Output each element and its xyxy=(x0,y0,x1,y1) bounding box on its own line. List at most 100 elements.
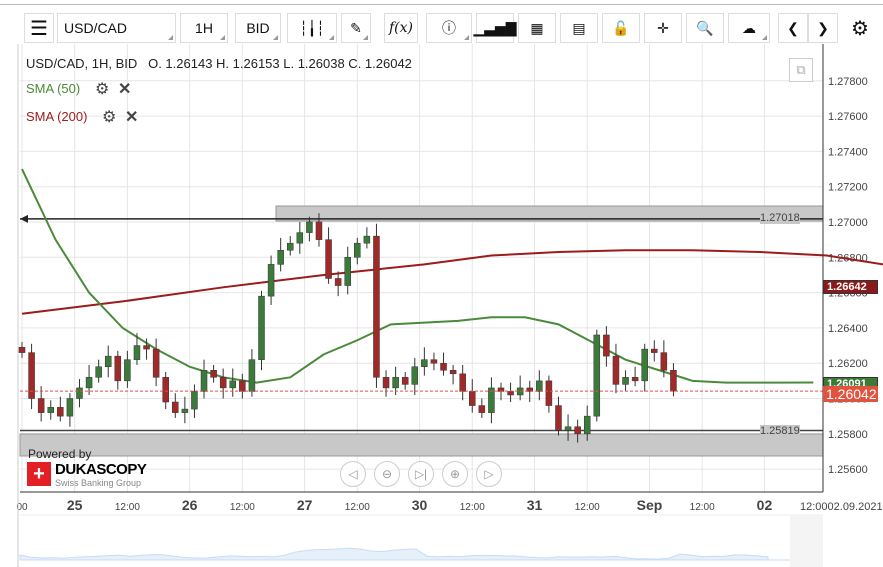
x-tick-label: 27 xyxy=(297,497,313,513)
candle-body xyxy=(267,264,275,297)
candle-body xyxy=(545,380,553,406)
candle-body xyxy=(411,366,419,385)
candle-body xyxy=(57,407,64,417)
x-tick-label: 12:00 xyxy=(230,502,255,513)
zoom-out-button[interactable]: ⊖ xyxy=(374,461,400,487)
candle-body xyxy=(555,405,562,431)
candle-body xyxy=(18,347,26,353)
candle-body xyxy=(162,377,169,403)
candle-body xyxy=(315,221,323,240)
navigator-area xyxy=(19,547,790,561)
y-tick-label: 1.27600 xyxy=(828,111,868,123)
lower-level-label: 1.25819 xyxy=(760,425,800,437)
detach-chart-icon[interactable]: ⧉ xyxy=(789,58,813,82)
candle-body xyxy=(210,370,217,378)
candle-body xyxy=(459,373,466,392)
candle-body xyxy=(469,391,476,406)
candle-body xyxy=(191,391,198,410)
candle-body xyxy=(37,398,45,413)
candle-body xyxy=(440,362,447,371)
candle-body xyxy=(85,377,93,389)
candle-body xyxy=(430,359,438,364)
y-tick-label: 1.27400 xyxy=(828,146,868,158)
candle-body xyxy=(373,235,380,378)
candle-body xyxy=(574,426,581,435)
candle-body xyxy=(593,334,601,417)
candle-body xyxy=(564,426,572,431)
scroll-to-end-button[interactable]: ▷| xyxy=(408,461,434,487)
candle-body xyxy=(258,295,265,360)
candle-body xyxy=(143,345,150,350)
x-tick-label: 26 xyxy=(182,497,198,513)
x-tick-label: 12:00 xyxy=(460,502,485,513)
x-tick-label: 12:00 xyxy=(690,502,715,513)
y-tick-label: 1.25800 xyxy=(828,429,868,441)
candle-body xyxy=(631,377,639,382)
candle-body xyxy=(603,334,610,357)
candle-body xyxy=(612,355,620,385)
x-tick-label: 12:00 xyxy=(115,502,140,513)
y-tick-label: 1.27800 xyxy=(828,76,868,88)
zoom-in-button[interactable]: ⊕ xyxy=(442,461,468,487)
y-tick-label: 1.25600 xyxy=(828,464,868,476)
candle-body xyxy=(248,359,256,392)
candle-body xyxy=(152,348,160,378)
candle-body xyxy=(382,377,390,389)
candle-body xyxy=(28,352,35,399)
brand-subtitle: Swiss Banking Group xyxy=(55,478,142,488)
upper-level-label: 1.27018 xyxy=(760,212,800,224)
candle-body xyxy=(334,278,342,286)
candle-body xyxy=(478,405,486,413)
candle-body xyxy=(306,221,313,233)
candle-body xyxy=(133,345,141,360)
candle-body xyxy=(401,377,409,385)
legend-ohlc: O. 1.26143 H. 1.26153 L. 1.26038 C. 1.26… xyxy=(148,56,412,71)
candle-body xyxy=(200,370,208,392)
candle xyxy=(373,223,380,388)
candle-body xyxy=(583,415,591,435)
y-tick-label: 1.26400 xyxy=(828,323,868,335)
candle-body xyxy=(66,398,74,417)
candle-body xyxy=(114,355,122,382)
support-zone xyxy=(19,433,824,457)
sma200-settings-gear-icon[interactable]: ⚙ xyxy=(102,107,116,127)
x-tick-label: 12:00 xyxy=(345,502,370,513)
candle-body xyxy=(488,387,495,413)
sma50-label: SMA (50) xyxy=(26,81,81,96)
candle-body xyxy=(239,380,246,392)
candle-body xyxy=(124,359,131,382)
sma200-close-icon[interactable]: ✕ xyxy=(125,107,138,127)
x-tick-label: 25 xyxy=(67,497,83,513)
candle xyxy=(258,290,265,371)
x-tick-label: Sep xyxy=(637,497,663,513)
candle-body xyxy=(421,359,428,367)
candle-body xyxy=(47,407,54,413)
last-price-tag: 1.26042 xyxy=(823,386,878,402)
sma50-settings-gear-icon[interactable]: ⚙ xyxy=(95,79,109,99)
candle-body xyxy=(325,239,332,279)
scroll-left-button[interactable]: ◁ xyxy=(340,461,366,487)
candle-body xyxy=(651,348,658,353)
candle-body xyxy=(536,380,543,392)
scroll-right-button[interactable]: ▷ xyxy=(476,461,502,487)
dukascopy-logo-icon: + xyxy=(27,462,51,486)
y-tick-label: 1.27200 xyxy=(828,182,868,194)
sma200-price-tag: 1.26642 xyxy=(823,280,878,294)
candle-body xyxy=(507,391,514,396)
candle-body xyxy=(172,401,179,413)
sma200-label: SMA (200) xyxy=(26,109,88,124)
candle-body xyxy=(181,408,189,413)
x-tick-label: 31 xyxy=(527,497,543,513)
sma50-close-icon[interactable]: ✕ xyxy=(118,79,131,99)
y-tick-label: 1.26200 xyxy=(828,358,868,370)
brand-name: DUKASCOPY xyxy=(55,461,147,478)
candle-body xyxy=(354,242,361,258)
candle-body xyxy=(449,370,457,375)
legend-title: USD/CAD, 1H, BID O. 1.26143 H. 1.26153 L… xyxy=(26,56,412,71)
candle-body xyxy=(670,370,677,392)
candle-body xyxy=(622,377,629,385)
candle-body xyxy=(277,249,284,265)
candle-body xyxy=(104,355,112,367)
x-tick-label: 12:00 xyxy=(575,502,600,513)
candle-body xyxy=(219,377,227,389)
